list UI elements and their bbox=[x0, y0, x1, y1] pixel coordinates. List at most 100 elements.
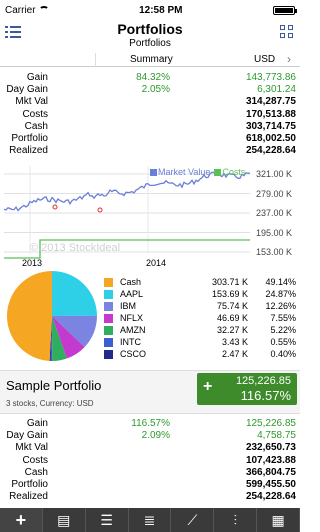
portfolio-name[interactable]: Sample Portfolio bbox=[6, 378, 101, 393]
table-row: Realized 254,228.64 bbox=[0, 491, 300, 503]
table-row: Day Gain 2.09% 4,758.75 bbox=[0, 430, 300, 442]
allocation-legend: Cash 303.71 K 49.14% AAPL 153.69 K 24.87% IBM 7… bbox=[100, 276, 298, 360]
sliders-icon[interactable]: ⫶ bbox=[214, 508, 258, 532]
legend-swatch bbox=[104, 290, 113, 299]
pie-slice-cash bbox=[6, 271, 52, 361]
holding-name: IBM bbox=[120, 301, 137, 311]
x-tick-2013: 2013 bbox=[22, 258, 43, 268]
x-tick-2014: 2014 bbox=[146, 258, 167, 268]
legend-costs: Costs bbox=[214, 167, 245, 177]
portfolio-info: 3 stocks, Currency: USD bbox=[6, 399, 94, 408]
holding-value: 32.27 K bbox=[216, 325, 248, 335]
holding-value: 3.43 K bbox=[221, 337, 248, 347]
add-tab-icon[interactable]: + bbox=[0, 508, 43, 532]
legend-market-value: Market Value bbox=[150, 167, 210, 177]
y-tick: 237.00 K bbox=[255, 208, 292, 218]
holding-value: 303.71 K bbox=[211, 277, 248, 287]
pie-slice-aapl bbox=[52, 271, 97, 316]
row-value: 107,423.88 bbox=[245, 454, 296, 466]
summary-column-label: Summary bbox=[130, 54, 173, 65]
row-value: 314,287.75 bbox=[245, 96, 296, 108]
summary-header: Summary USD › bbox=[0, 52, 300, 67]
row-value: 254,228.64 bbox=[245, 491, 296, 503]
row-label: Gain bbox=[26, 418, 48, 429]
row-label: Cash bbox=[24, 120, 48, 132]
legend-item: Cash 303.71 K 49.14% bbox=[100, 276, 298, 288]
tab-bar: + ▤ ☰ ≣ ⟋ ⫶ ▦ bbox=[0, 508, 301, 532]
holding-percent: 5.22% bbox=[270, 325, 296, 335]
row-label: Day Gain bbox=[6, 430, 48, 442]
allocation-pie bbox=[6, 271, 97, 361]
table-row: Costs 170,513.88 bbox=[0, 109, 300, 121]
portfolio-gain-badge[interactable]: + 125,226.85 116.57% bbox=[197, 373, 297, 405]
page-title: Portfolios bbox=[117, 21, 183, 37]
plus-icon[interactable]: + bbox=[203, 378, 212, 396]
table-row: Cash 366,804.75 bbox=[0, 467, 300, 479]
wifi-icon bbox=[38, 6, 49, 14]
row-label: Day Gain bbox=[6, 84, 48, 96]
chevron-right-icon[interactable]: › bbox=[287, 52, 291, 66]
holding-percent: 49.14% bbox=[265, 277, 296, 287]
chart-icon[interactable]: ⟋ bbox=[171, 508, 215, 532]
portfolio-header[interactable]: Sample Portfolio 3 stocks, Currency: USD… bbox=[0, 370, 300, 414]
row-label: Cash bbox=[24, 466, 48, 478]
row-label: Mkt Val bbox=[15, 442, 48, 454]
row-value: 254,228.64 bbox=[245, 145, 296, 157]
table-row: Mkt Val 314,287.75 bbox=[0, 96, 300, 108]
page-subtitle: Portfolios bbox=[129, 38, 171, 49]
legend-item: INTC 3.43 K 0.55% bbox=[100, 336, 298, 348]
grid-view-icon[interactable]: ▦ bbox=[257, 508, 301, 532]
row-value: 303,714.75 bbox=[245, 120, 296, 132]
legend-swatch bbox=[104, 302, 113, 311]
holding-percent: 7.55% bbox=[270, 313, 296, 323]
holding-name: AAPL bbox=[120, 289, 144, 299]
y-tick: 279.00 K bbox=[255, 188, 292, 199]
table-row: Realized 254,228.64 bbox=[0, 145, 300, 157]
table-row: Portfolio 599,455.50 bbox=[0, 479, 300, 491]
row-value: 170,513.88 bbox=[245, 108, 296, 120]
currency-selector[interactable]: USD bbox=[254, 54, 275, 65]
legend-swatch bbox=[104, 338, 113, 347]
table-row: Costs 107,423.88 bbox=[0, 455, 300, 467]
row-label: Costs bbox=[22, 454, 48, 466]
row-label: Realized bbox=[9, 491, 48, 503]
gain-value: 125,226.85 bbox=[235, 375, 291, 387]
table-row: Portfolio 618,002.50 bbox=[0, 133, 300, 145]
row-label: Costs bbox=[22, 108, 48, 120]
menu-icon[interactable] bbox=[5, 25, 21, 39]
align-icon[interactable]: ≣ bbox=[129, 508, 172, 532]
trade-marker bbox=[52, 204, 58, 210]
row-value: 599,455.50 bbox=[245, 478, 296, 490]
gain-percent: 116.57% bbox=[240, 388, 291, 403]
row-value: 4,758.75 bbox=[257, 430, 296, 442]
battery-icon bbox=[272, 5, 297, 15]
row-label: Realized bbox=[9, 145, 48, 157]
list-icon[interactable]: ☰ bbox=[86, 508, 129, 532]
holding-name: Cash bbox=[120, 277, 142, 287]
row-percent: 84.32% bbox=[136, 72, 170, 83]
holding-value: 46.69 K bbox=[216, 313, 248, 323]
grid-icon[interactable] bbox=[280, 25, 294, 39]
summary-table: Gain 84.32% 143,773.86 Day Gain 2.05% 6,301.2… bbox=[0, 72, 300, 157]
table-row: Gain 84.32% 143,773.86 bbox=[0, 72, 300, 84]
row-label: Portfolio bbox=[11, 132, 48, 144]
y-tick: 195.00 K bbox=[255, 227, 292, 238]
clock: 12:58 PM bbox=[139, 4, 183, 16]
holding-name: AMZN bbox=[120, 325, 146, 335]
legend-item: IBM 75.74 K 12.26% bbox=[100, 300, 298, 312]
document-icon[interactable]: ▤ bbox=[43, 508, 86, 532]
table-row: Mkt Val 232,650.73 bbox=[0, 442, 300, 454]
legend-item: AAPL 153.69 K 24.87% bbox=[100, 288, 298, 300]
legend-item: CSCO 2.47 K 0.40% bbox=[100, 348, 298, 360]
holding-name: NFLX bbox=[120, 313, 144, 323]
holding-percent: 0.40% bbox=[270, 349, 296, 359]
holding-value: 75.74 K bbox=[216, 301, 248, 311]
row-percent: 2.05% bbox=[141, 84, 170, 96]
watermark: © 2013 StockIdeal bbox=[30, 242, 121, 254]
row-value: 6,301.24 bbox=[257, 84, 296, 96]
portfolio-table: Gain 116.57% 125,226.85 Day Gain 2.09% 4,758.… bbox=[0, 418, 300, 503]
carrier-label: Carrier bbox=[5, 4, 36, 16]
row-label: Mkt Val bbox=[15, 96, 48, 108]
row-value: 143,773.86 bbox=[245, 72, 296, 83]
market-value-line bbox=[3, 171, 251, 212]
